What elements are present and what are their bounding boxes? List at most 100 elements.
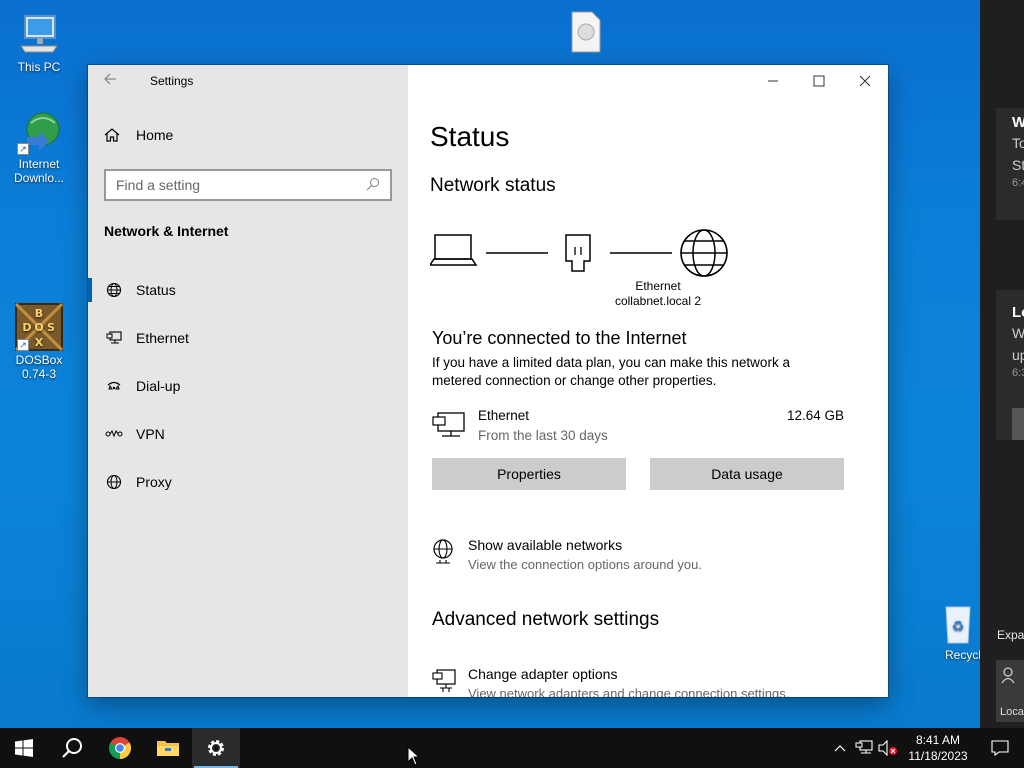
minimize-icon: [768, 80, 778, 82]
computer-icon: [15, 10, 63, 58]
change-adapter-options-link[interactable]: Change adapter options View network adap…: [432, 666, 852, 697]
svg-text:B: B: [35, 307, 43, 320]
system-tray: 8:41 AM 11/18/2023: [828, 728, 1024, 768]
vpn-icon: [104, 428, 124, 440]
data-usage-button[interactable]: Data usage: [650, 458, 844, 490]
sidebar-item-vpn[interactable]: VPN: [88, 410, 408, 458]
back-arrow-icon: [104, 73, 116, 85]
mouse-cursor-icon: [407, 745, 421, 768]
notification-time: 6:4: [1012, 177, 1024, 189]
shortcut-arrow-icon: ↗: [17, 339, 29, 351]
sidebar-item-proxy[interactable]: Proxy: [88, 458, 408, 506]
show-networks-sub: View the connection options around you.: [468, 557, 702, 572]
settings-sidebar: Settings Home Network & Internet Status: [88, 65, 408, 697]
start-icon: [15, 739, 33, 757]
show-hidden-icons-button[interactable]: [828, 728, 852, 768]
sidebar-item-label: Status: [136, 282, 176, 298]
maximize-button[interactable]: [796, 65, 842, 97]
sidebar-section-title: Network & Internet: [104, 223, 229, 239]
sidebar-item-label: VPN: [136, 426, 165, 442]
laptop-icon: [428, 234, 478, 266]
advanced-settings-heading: Advanced network settings: [432, 609, 660, 630]
adapter-icon: [432, 668, 458, 697]
network-tray-button[interactable]: [852, 728, 876, 768]
clock-date: 11/18/2023: [908, 749, 968, 763]
minimize-button[interactable]: [750, 65, 796, 97]
expand-quick-actions-link[interactable]: Expan: [997, 628, 1024, 642]
search-icon[interactable]: [366, 177, 380, 194]
sidebar-item-dialup[interactable]: Dial-up: [88, 362, 408, 410]
home-label: Home: [136, 127, 174, 143]
window-title: Settings: [150, 74, 194, 88]
notification-title: Lo: [1012, 304, 1024, 321]
file-explorer-icon: [157, 741, 179, 756]
taskbar-clock[interactable]: 8:41 AM 11/18/2023: [900, 732, 976, 764]
ethernet-icon: [104, 330, 124, 346]
usage-connection-name: Ethernet: [478, 408, 530, 423]
usage-amount: 12.64 GB: [786, 408, 844, 423]
desktop-icon-label: Internet Downlo...: [13, 157, 65, 185]
notification-card[interactable]: W To St 6:4: [996, 108, 1024, 220]
svg-text:S: S: [47, 321, 55, 334]
window-controls: [750, 65, 888, 97]
sidebar-item-ethernet[interactable]: Ethernet: [88, 314, 408, 362]
start-button[interactable]: [0, 728, 48, 768]
recycle-bin-icon: ♻: [938, 602, 978, 646]
notification-body-line: W: [1012, 325, 1024, 341]
connected-heading: You’re connected to the Internet: [432, 328, 687, 348]
chrome-icon: [109, 737, 131, 759]
svg-text:D: D: [22, 321, 31, 334]
data-usage-row: Ethernet From the last 30 days 12.64 GB: [432, 407, 844, 447]
ethernet-adapter-icon: [432, 411, 466, 446]
ethernet-port-icon: [565, 234, 591, 272]
settings-search-box[interactable]: [104, 169, 392, 201]
settings-window: Settings Home Network & Internet Status: [88, 65, 888, 697]
close-icon: [859, 75, 871, 87]
notification-action-button[interactable]: [1012, 408, 1024, 440]
network-globe-icon: [432, 539, 456, 570]
notification-body-line: St: [1012, 157, 1024, 173]
shortcut-arrow-icon: ↗: [17, 143, 29, 155]
chevron-up-icon: [834, 745, 846, 752]
settings-gear-icon: [208, 740, 224, 756]
notification-card[interactable]: Lo W up 6:3: [996, 290, 1024, 440]
search-input[interactable]: [116, 177, 366, 193]
desktop-icon-recycle-bin[interactable]: ♻ Recycl: [936, 602, 980, 662]
back-button[interactable]: [102, 71, 122, 91]
desktop-icon-internet-download-manager[interactable]: ↗ Internet Downlo...: [9, 107, 69, 185]
close-button[interactable]: [842, 65, 888, 97]
connection-name: Ethernet: [635, 279, 681, 293]
location-icon: [996, 660, 1024, 687]
usage-period: From the last 30 days: [478, 428, 608, 443]
settings-content: Status Network status Ethernet collabnet…: [408, 65, 888, 697]
quick-action-tile-location[interactable]: Loca: [996, 660, 1024, 722]
adapter-options-sub: View network adapters and change connect…: [468, 686, 790, 697]
desktop-icon-file[interactable]: [556, 8, 616, 58]
volume-tray-button[interactable]: [876, 728, 900, 768]
file-explorer-taskbar-button[interactable]: [144, 728, 192, 768]
action-center-button[interactable]: [976, 728, 1024, 768]
desktop-icon-this-pc[interactable]: This PC: [9, 10, 69, 74]
status-globe-icon: [104, 282, 124, 298]
desktop-icon-label: DOSBox 0.74-3: [15, 353, 63, 381]
home-nav-item[interactable]: Home: [104, 127, 173, 143]
desktop-icon-label: This PC: [17, 60, 61, 74]
internet-globe-icon: [680, 229, 728, 277]
sidebar-item-label: Ethernet: [136, 330, 189, 346]
diagram-label: Ethernet collabnet.local 2: [608, 279, 708, 309]
network-status-heading: Network status: [430, 175, 556, 196]
dosbox-icon: B D O S X ↗: [15, 303, 63, 351]
notification-title: W: [1012, 114, 1024, 131]
sidebar-item-status[interactable]: Status: [88, 266, 408, 314]
svg-text:X: X: [35, 336, 44, 349]
desktop-icon-dosbox[interactable]: B D O S X ↗ DOSBox 0.74-3: [9, 303, 69, 381]
show-available-networks-link[interactable]: Show available networks View the connect…: [432, 537, 852, 579]
chrome-taskbar-button[interactable]: [96, 728, 144, 768]
desktop-icon-label: Recycl: [945, 648, 980, 662]
properties-button[interactable]: Properties: [432, 458, 626, 490]
search-taskbar-button[interactable]: [48, 728, 96, 768]
taskbar: 8:41 AM 11/18/2023: [0, 728, 1024, 768]
show-networks-title: Show available networks: [468, 537, 623, 553]
settings-taskbar-button[interactable]: [192, 728, 240, 768]
file-icon: [562, 8, 610, 56]
